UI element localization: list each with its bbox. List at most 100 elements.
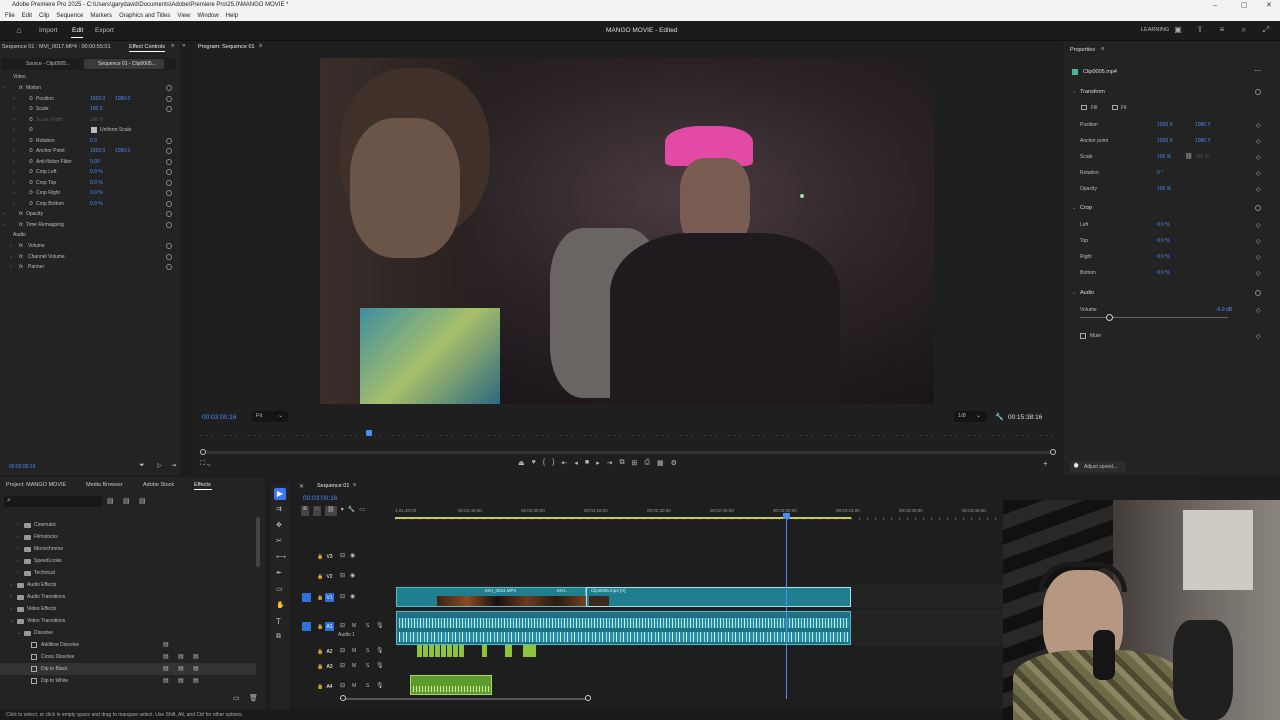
stopwatch-icon[interactable]: ⏱: [29, 199, 33, 209]
microphone-icon[interactable]: 🎙: [376, 621, 384, 631]
tab-effects[interactable]: Effects: [194, 482, 211, 488]
keyframe-icon[interactable]: ◇: [1256, 333, 1261, 340]
crop-header[interactable]: Crop: [1080, 205, 1092, 211]
subtab-source[interactable]: Source - Clip0005...: [26, 61, 70, 67]
effect-row[interactable]: › ⏱ Uniform Scale: [0, 125, 178, 135]
reset-icon[interactable]: [166, 95, 172, 102]
sync-lock-icon[interactable]: ⊟: [340, 681, 345, 691]
program-timecode[interactable]: 00:03:00:16: [202, 414, 236, 421]
mute-m-button[interactable]: M: [352, 661, 356, 671]
effect-controls-timecode[interactable]: 00:03:00:16: [9, 464, 35, 470]
expand-panel-icon[interactable]: »: [182, 43, 185, 49]
effect-value-2[interactable]: 1080.0: [115, 94, 130, 104]
effect-value[interactable]: 1920.0: [90, 94, 105, 104]
audio-header[interactable]: Audio: [1080, 290, 1094, 296]
wrench-icon[interactable]: 🔧: [348, 506, 355, 516]
reset-icon[interactable]: [166, 264, 172, 270]
fx-icon[interactable]: fx: [19, 83, 23, 93]
overwrite-icon[interactable]: ⊞: [631, 459, 637, 471]
home-icon[interactable]: ⌂: [14, 25, 24, 35]
effects-tree-item[interactable]: ▤ ▤ ▤ Cross Dissolve: [0, 651, 256, 663]
expand-chevron-icon[interactable]: ›: [13, 104, 15, 114]
crop-top-value[interactable]: 0.0 %: [1157, 236, 1170, 246]
microphone-icon[interactable]: 🎙: [376, 646, 384, 656]
fx-icon[interactable]: fx: [19, 209, 23, 219]
panel-icon[interactable]: ▣: [1173, 25, 1183, 35]
fill-label[interactable]: Fill: [1091, 105, 1097, 111]
effect-row[interactable]: › fx Motion: [0, 83, 178, 93]
expand-chevron-icon[interactable]: ›: [13, 199, 15, 209]
keyframe-icon[interactable]: ◇: [1256, 154, 1261, 161]
filter-icon[interactable]: ⏷: [139, 462, 145, 470]
yuv-effects-icon[interactable]: ▤: [139, 497, 146, 505]
reset-icon[interactable]: [166, 106, 172, 112]
maximize-icon[interactable]: ▢: [1241, 0, 1248, 11]
position-y[interactable]: 1080 Y: [1195, 120, 1211, 130]
audio-clip[interactable]: [396, 611, 851, 645]
reset-icon[interactable]: [166, 221, 172, 228]
tab-project[interactable]: Project: MANGO MOVIE: [6, 482, 66, 488]
scroll-handle-right[interactable]: [1050, 449, 1056, 455]
fit-icon[interactable]: [1112, 105, 1118, 110]
menu-markers[interactable]: Markers: [90, 11, 112, 21]
position-x[interactable]: 1920 X: [1157, 120, 1173, 130]
chevron-right-icon[interactable]: ›: [17, 519, 19, 531]
playhead-marker[interactable]: [366, 430, 372, 436]
keyframe-icon[interactable]: ◇: [1256, 222, 1261, 229]
track-target[interactable]: A1: [325, 622, 334, 631]
source-patch[interactable]: [302, 593, 311, 602]
caption-tool-icon[interactable]: ⧉: [276, 633, 281, 641]
effects-tree-item[interactable]: › Audio Effects: [0, 579, 256, 591]
step-back-icon[interactable]: ◂: [574, 459, 578, 471]
timeline-scrollbar[interactable]: [340, 695, 591, 701]
audio-effect-row[interactable]: › fx Volume: [0, 241, 178, 251]
zoom-scrollbar[interactable]: [200, 449, 1056, 455]
menu-file[interactable]: File: [5, 11, 15, 21]
fx-icon[interactable]: fx: [19, 262, 23, 272]
volume-slider-knob[interactable]: [1106, 314, 1114, 321]
anchor-y[interactable]: 1080 Y: [1195, 136, 1211, 146]
lock-icon[interactable]: 🔒: [317, 647, 323, 657]
track-target[interactable]: A2: [325, 647, 334, 656]
razor-tool-icon[interactable]: ✂: [276, 537, 282, 545]
stopwatch-icon[interactable]: ⏱: [29, 115, 33, 125]
sync-lock-icon[interactable]: ⊟: [340, 661, 345, 671]
adjust-speed-button[interactable]: ⌚ Adjust speed...: [1070, 461, 1126, 472]
effect-row[interactable]: › fx Opacity: [0, 209, 178, 219]
stopwatch-icon[interactable]: ⏱: [29, 136, 33, 146]
audio-effect-row[interactable]: › fx Panner: [0, 262, 178, 272]
chevron-right-icon[interactable]: ›: [17, 531, 19, 543]
play-audio-icon[interactable]: ▷: [157, 462, 162, 469]
keyframe-icon[interactable]: ◇: [1256, 186, 1261, 193]
keyframe-icon[interactable]: ◇: [1256, 254, 1261, 261]
expand-chevron-icon[interactable]: ›: [13, 136, 15, 146]
source-patch[interactable]: [302, 622, 311, 631]
mute-m-button[interactable]: M: [352, 681, 356, 691]
chevron-down-icon[interactable]: ⌄: [1072, 89, 1076, 95]
stopwatch-icon[interactable]: ⏱: [29, 188, 33, 198]
32bit-effects-icon[interactable]: ▤: [123, 497, 130, 505]
close-icon[interactable]: ✕: [1266, 0, 1272, 11]
effect-row[interactable]: › ⏱ Rotation 0.0: [0, 136, 178, 146]
menu-edit[interactable]: Edit: [22, 11, 32, 21]
track-target[interactable]: A4: [325, 682, 334, 691]
expand-chevron-icon[interactable]: ›: [3, 209, 5, 219]
tab-edit[interactable]: Edit: [72, 27, 83, 34]
stopwatch-icon[interactable]: ⏱: [29, 94, 33, 104]
keyframe-icon[interactable]: ◇: [1256, 138, 1261, 145]
transform-header[interactable]: Transform: [1080, 89, 1105, 95]
effects-tree-item[interactable]: ▤ ▤ ▤ Dip to White: [0, 675, 256, 687]
settings-icon[interactable]: ⚙: [671, 459, 677, 471]
effect-value[interactable]: 0.0 %: [90, 167, 103, 177]
expand-chevron-icon[interactable]: ›: [10, 241, 12, 251]
minimize-icon[interactable]: –: [1213, 0, 1217, 11]
effects-tree-item[interactable]: › Video Effects: [0, 603, 256, 615]
effect-value[interactable]: 0.00: [90, 157, 100, 167]
panel-menu-icon[interactable]: ≡: [1101, 46, 1104, 52]
slip-tool-icon[interactable]: ⟷: [276, 553, 286, 561]
effects-tree-item[interactable]: › Monochrome: [0, 543, 256, 555]
search-icon[interactable]: ⌕: [1239, 25, 1249, 35]
accelerated-effects-icon[interactable]: ▤: [107, 497, 114, 505]
effect-row[interactable]: › ⏱ Crop Bottom 0.0 %: [0, 199, 178, 209]
lock-icon[interactable]: 🔒: [317, 552, 323, 562]
